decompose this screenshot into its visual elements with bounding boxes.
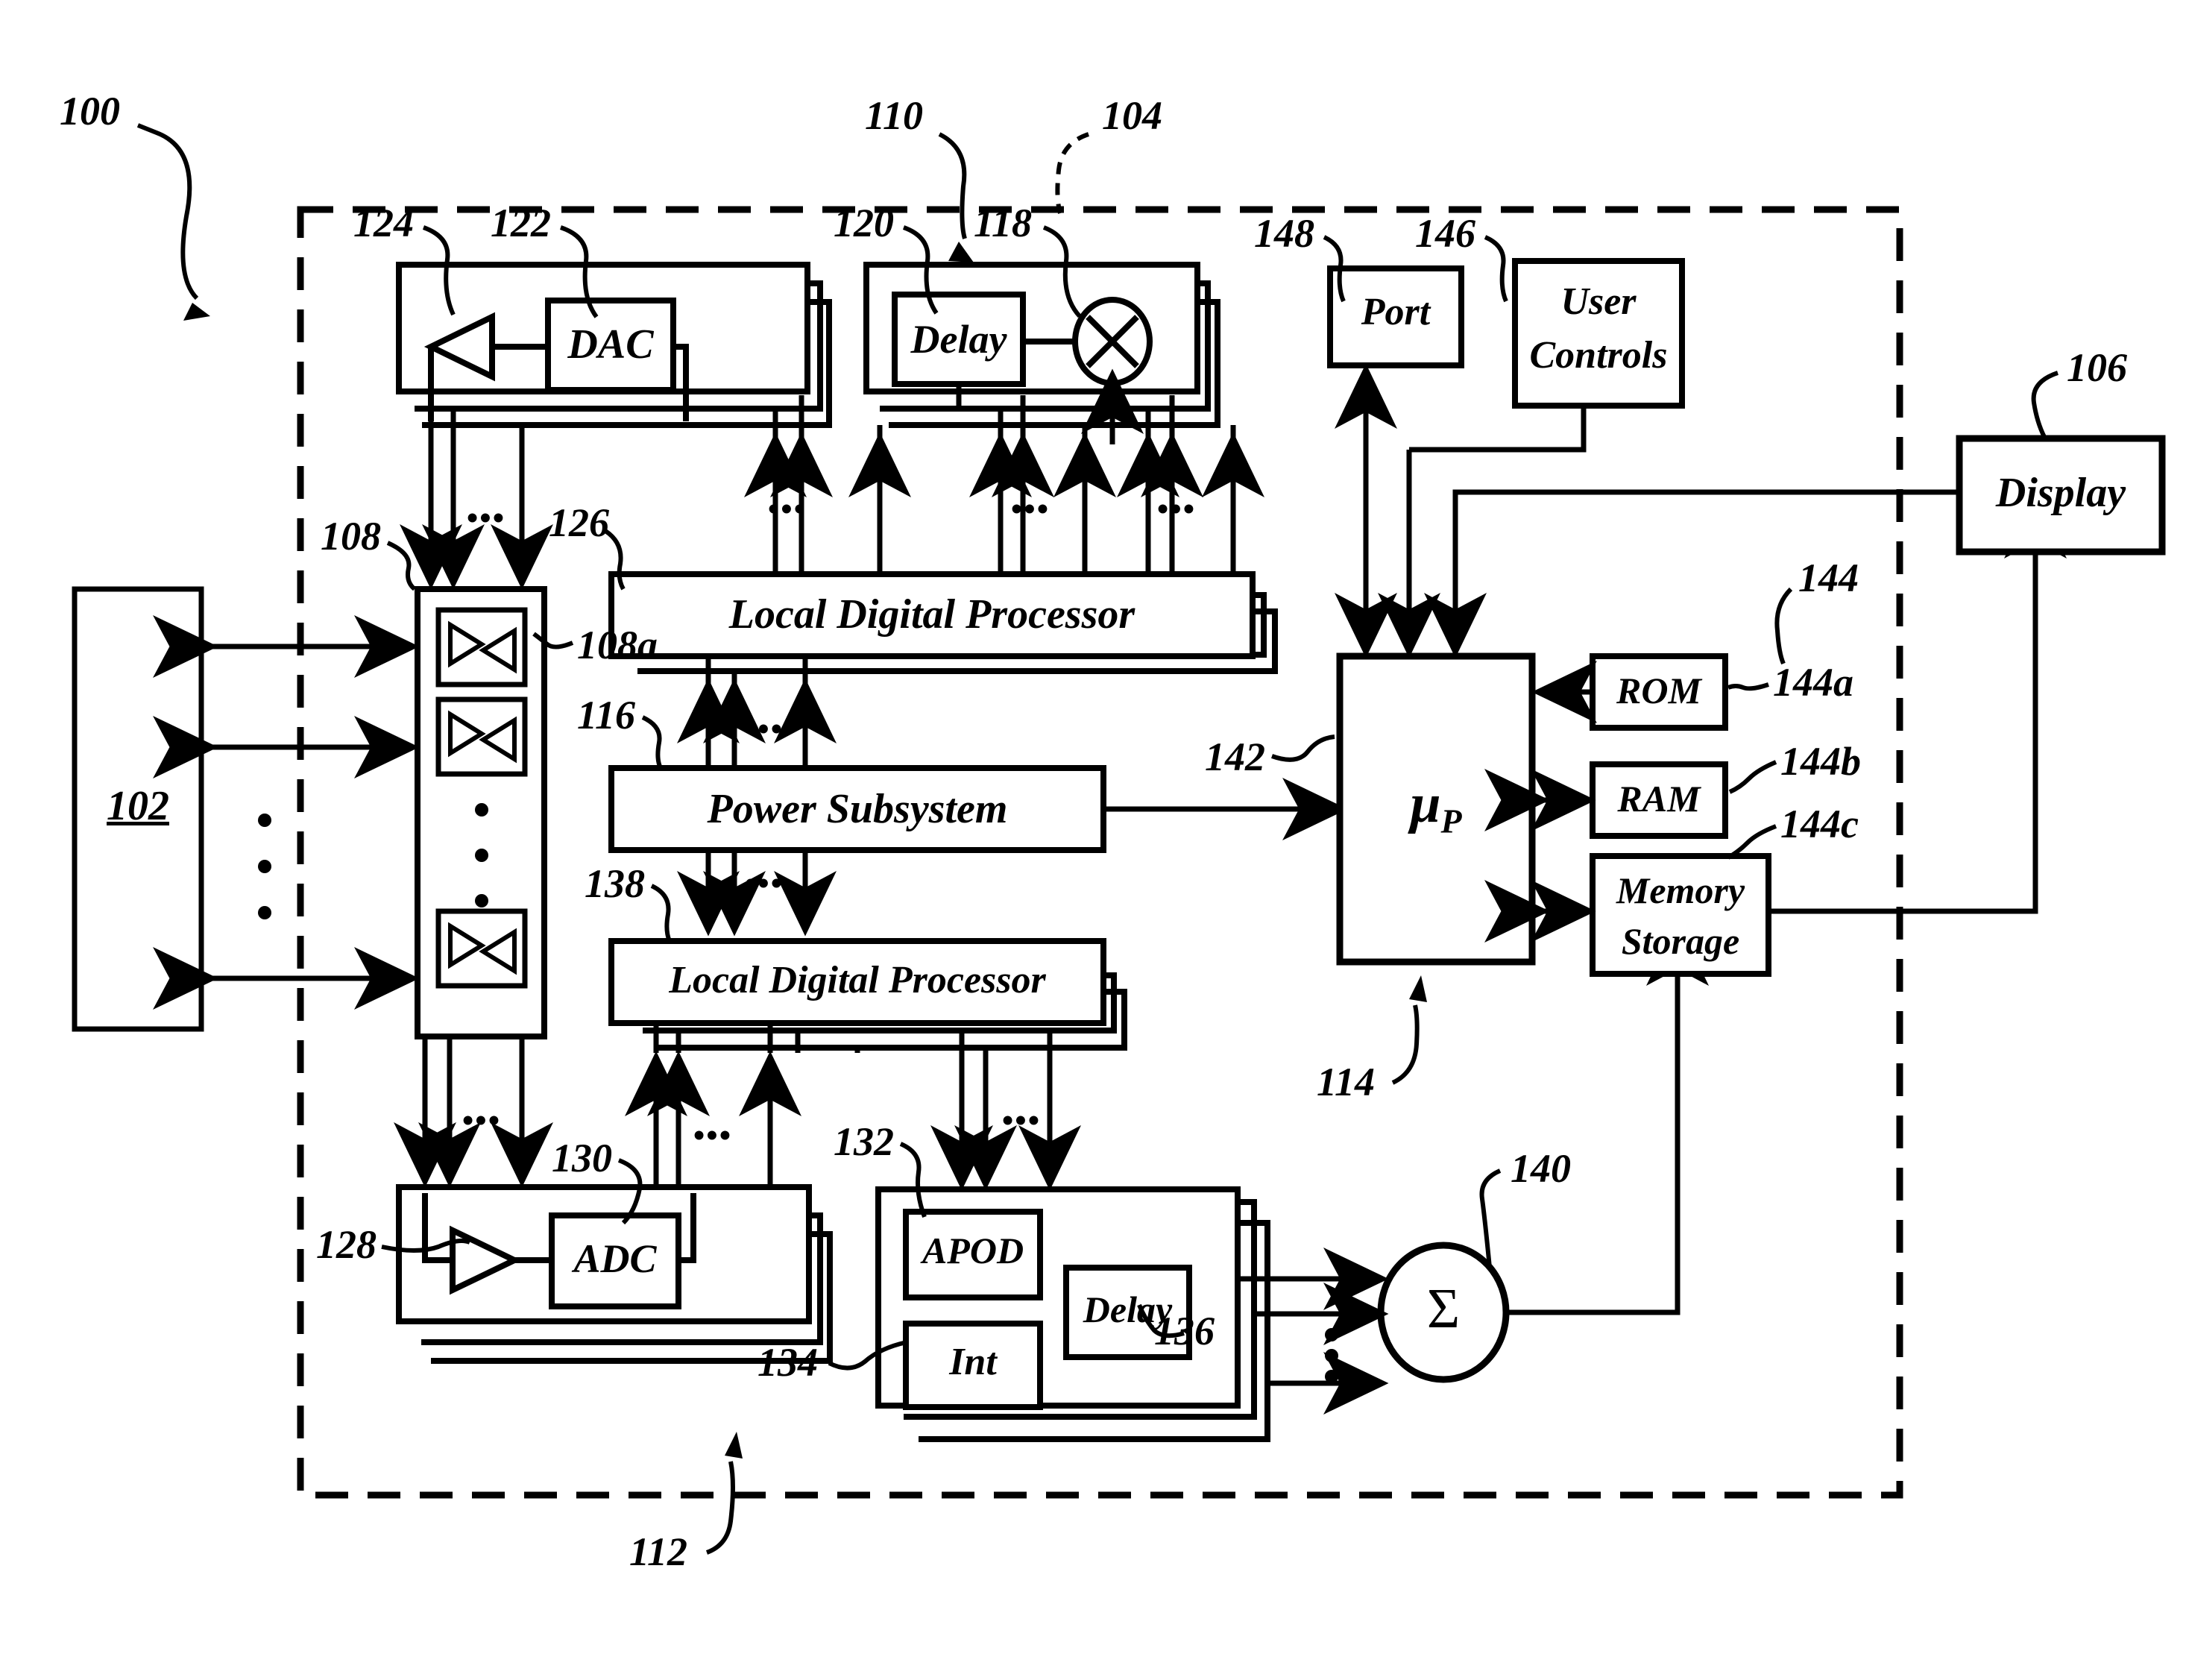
delay-top-label: Delay bbox=[910, 317, 1007, 362]
ellipsis-switch-to-adc: ••• bbox=[462, 1102, 502, 1139]
transducer-label: 102 bbox=[107, 783, 169, 829]
microprocessor-mu: μ bbox=[1410, 773, 1441, 834]
summer-to-memory-storage bbox=[1506, 920, 1709, 1315]
ellipsis-ldp-top-bus-b: ••• bbox=[1010, 491, 1051, 527]
ellipsis-ldp-top-bus-c: ••• bbox=[1156, 491, 1197, 527]
ellipsis-transmit-bus: ••• bbox=[466, 500, 506, 536]
dac-label: DAC bbox=[567, 321, 654, 368]
ref-122: 122 bbox=[491, 201, 551, 245]
ldpbottom-beamform-risers bbox=[959, 1031, 1053, 1057]
switch-triangle-glyphs bbox=[448, 620, 517, 975]
ref-134: 134 bbox=[757, 1340, 818, 1385]
ellipsis-ldp-power-bus-down: ••• bbox=[744, 865, 784, 902]
uP-to-display-path bbox=[1452, 444, 2067, 650]
ref-142: 142 bbox=[1205, 734, 1265, 779]
ref-116: 116 bbox=[577, 693, 636, 737]
ref-108: 108 bbox=[321, 514, 381, 559]
user-controls-to-uP-path bbox=[1409, 406, 1587, 453]
mixer-symbol bbox=[1023, 297, 1153, 386]
ref-144c: 144c bbox=[1780, 802, 1859, 846]
ldp-top-label: Local Digital Processor bbox=[728, 591, 1135, 638]
ref-106: 106 bbox=[2067, 345, 2127, 390]
delay-bottom-label: Delay bbox=[1083, 1289, 1173, 1330]
summer-input-ellipsis bbox=[1325, 1328, 1338, 1383]
ellipsis-ldp-to-beamform: ••• bbox=[1001, 1102, 1042, 1139]
microprocessor-subscript: P bbox=[1440, 802, 1462, 840]
ref-140: 140 bbox=[1511, 1146, 1571, 1191]
ldp-top-riser-segments bbox=[772, 395, 1236, 440]
transducer-link-ellipsis bbox=[258, 814, 271, 919]
ldp-bottom-label: Local Digital Processor bbox=[669, 959, 1046, 1001]
adc-label: ADC bbox=[573, 1236, 657, 1281]
ellipsis-adc-to-ldp: ••• bbox=[693, 1117, 733, 1154]
power-subsystem-label: Power Subsystem bbox=[707, 786, 1008, 832]
ref-144a: 144a bbox=[1773, 660, 1853, 705]
memory-storage-label-line2: Storage bbox=[1621, 920, 1740, 962]
rom-label: ROM bbox=[1616, 670, 1701, 711]
ram-label: RAM bbox=[1617, 778, 1701, 819]
ref-126: 126 bbox=[549, 500, 609, 545]
uP-top-input-arrows bbox=[1335, 418, 1487, 658]
user-controls-label-line1: User bbox=[1560, 280, 1637, 323]
ref-112: 112 bbox=[629, 1529, 688, 1574]
patent-figure-canvas: 100 110 104 124 122 120 118 148 146 106 … bbox=[0, 0, 2186, 1680]
ref-100: 100 bbox=[60, 89, 120, 133]
ref-128: 128 bbox=[316, 1222, 377, 1267]
ref-144b: 144b bbox=[1780, 739, 1861, 784]
switch-array-ellipsis bbox=[475, 803, 488, 907]
ref-110: 110 bbox=[865, 93, 924, 138]
ref-144: 144 bbox=[1798, 556, 1859, 600]
apod-label: APOD bbox=[922, 1230, 1024, 1271]
beamform-to-summer-arrows bbox=[1238, 1248, 1389, 1415]
ref-138: 138 bbox=[585, 861, 645, 906]
ref-148: 148 bbox=[1254, 211, 1314, 256]
ldp-top-down-lines bbox=[705, 656, 808, 693]
transducer-switch-links bbox=[153, 615, 420, 1010]
int-label: Int bbox=[949, 1341, 997, 1383]
ref-118: 118 bbox=[974, 201, 1033, 245]
ellipsis-ldp-top-bus-a: ••• bbox=[767, 491, 807, 527]
ref-146: 146 bbox=[1415, 211, 1475, 256]
ref-120: 120 bbox=[834, 201, 894, 245]
ref-132: 132 bbox=[834, 1119, 894, 1164]
memory-storage-label-line1: Memory bbox=[1616, 869, 1745, 911]
ellipsis-ldp-power-bus-up: ••• bbox=[744, 711, 784, 747]
ref-124: 124 bbox=[353, 201, 414, 245]
ref-114: 114 bbox=[1317, 1060, 1376, 1104]
ref-104-dashed-leader bbox=[1055, 132, 1090, 214]
display-label: Display bbox=[1995, 470, 2126, 516]
ref-104: 104 bbox=[1102, 93, 1162, 138]
user-controls-label-line2: Controls bbox=[1529, 334, 1668, 377]
port-label: Port bbox=[1361, 291, 1431, 333]
ref-130: 130 bbox=[552, 1136, 612, 1180]
microprocessor-label: μP bbox=[1340, 775, 1532, 840]
summer-label: Σ bbox=[1426, 1277, 1461, 1340]
